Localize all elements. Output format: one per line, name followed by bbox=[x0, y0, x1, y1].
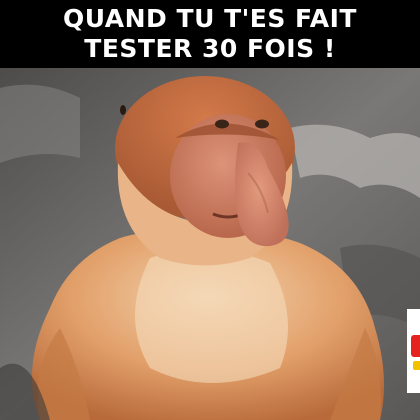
caption-line-1: QUAND TU T'ES FAIT bbox=[63, 4, 357, 33]
watermark-logo bbox=[407, 309, 420, 393]
caption-bar: QUAND TU T'ES FAIT TESTER 30 FOIS ! bbox=[0, 0, 420, 68]
monkey-eye-right bbox=[255, 119, 269, 129]
watermark-yellow-mark bbox=[413, 361, 420, 370]
meme-image: QUAND TU T'ES FAIT TESTER 30 FOIS ! bbox=[0, 0, 420, 420]
watermark-red-mark bbox=[411, 335, 420, 357]
proboscis-monkey-photo bbox=[0, 68, 420, 420]
caption-line-2: TESTER 30 FOIS ! bbox=[84, 34, 336, 63]
monkey-eye-left bbox=[215, 119, 229, 129]
